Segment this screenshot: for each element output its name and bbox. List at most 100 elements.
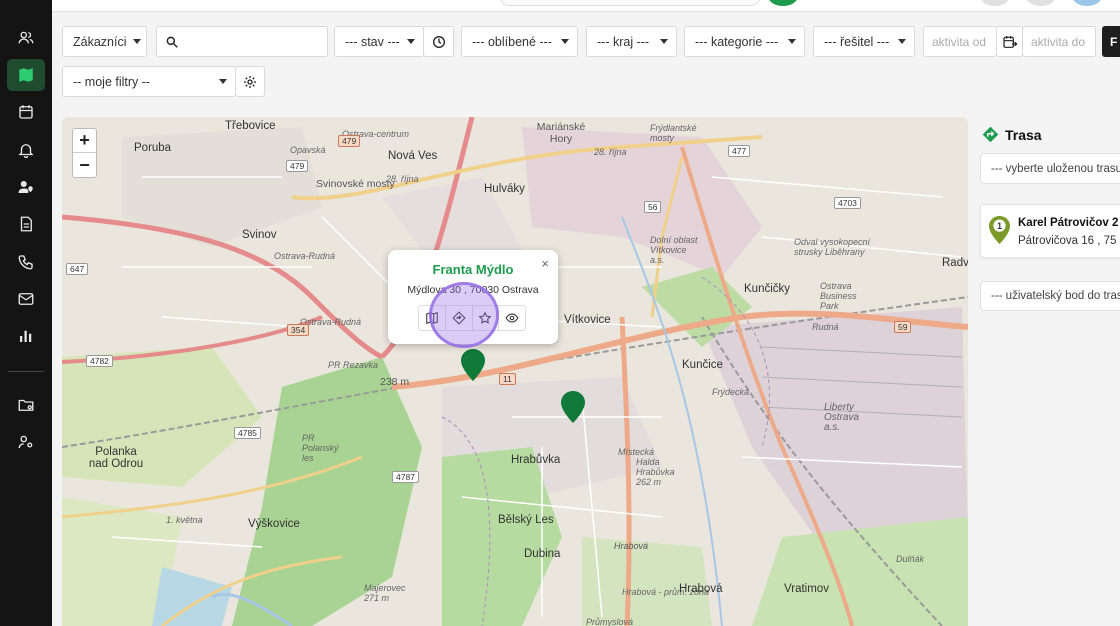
clock-button[interactable] bbox=[423, 26, 454, 57]
bell-icon bbox=[18, 144, 34, 159]
route-stop-number: 1 bbox=[997, 221, 1002, 231]
map-label: Hrabová bbox=[679, 583, 723, 595]
my-filters-select[interactable]: -- moje filtry -- bbox=[62, 66, 236, 97]
road-shield: 647 bbox=[66, 263, 89, 275]
oblibene-select-value: --- oblíbené --- bbox=[472, 34, 552, 49]
activity-from-input[interactable]: aktivita od bbox=[923, 26, 997, 57]
road-shield: 479 bbox=[286, 160, 309, 172]
search-input[interactable] bbox=[156, 26, 328, 57]
route-stop-name: Karel Pátrovičov 2 bbox=[1018, 217, 1119, 229]
map-label: Vratimov bbox=[784, 583, 829, 595]
sidebar-item-calls[interactable] bbox=[7, 246, 45, 278]
activity-to-input[interactable]: aktivita do bbox=[1022, 26, 1096, 57]
road-shield: 59 bbox=[894, 321, 912, 333]
map-label: Hrabová bbox=[614, 541, 649, 551]
entity-select-value: Zákazníci bbox=[73, 34, 127, 49]
street-label: Opavská bbox=[290, 145, 326, 155]
kraj-select-value: --- kraj --- bbox=[597, 34, 650, 49]
sidebar-item-map[interactable] bbox=[7, 59, 45, 91]
sidebar-item-user-settings[interactable] bbox=[7, 426, 45, 458]
street-label: Ostrava-Rudná bbox=[274, 251, 336, 261]
saved-route-select[interactable]: --- vyberte uloženou trasu --- bbox=[980, 153, 1120, 184]
user-location-icon bbox=[18, 181, 33, 193]
chevron-down-icon bbox=[132, 39, 141, 44]
entity-select[interactable]: Zákazníci bbox=[62, 26, 147, 57]
map-label: Halda Hrabůvka 262 m bbox=[636, 457, 675, 487]
street-label: Místecká bbox=[618, 447, 655, 457]
chevron-down-icon bbox=[660, 39, 668, 44]
avatar[interactable] bbox=[1072, 0, 1102, 6]
map-marker[interactable] bbox=[461, 349, 485, 381]
map-label: Ostrava Business Park bbox=[820, 281, 857, 311]
street-label: Rudná bbox=[812, 322, 839, 332]
eye-icon bbox=[505, 313, 519, 323]
sidebar-item-calendar[interactable] bbox=[7, 96, 45, 128]
route-title-text: Trasa bbox=[1005, 126, 1042, 143]
calendar-icon bbox=[19, 105, 33, 119]
sidebar-item-stats[interactable] bbox=[7, 320, 45, 352]
map-label: Nová Ves bbox=[388, 150, 438, 162]
street-label: Ostrava-Rudná bbox=[300, 317, 362, 327]
kraj-select[interactable]: --- kraj --- bbox=[586, 26, 677, 57]
map-label: Průmyslová bbox=[586, 617, 634, 626]
map-label: Majerovec 271 m bbox=[364, 583, 406, 603]
sidebar-item-contacts[interactable] bbox=[7, 171, 45, 203]
map-marker[interactable] bbox=[561, 391, 585, 423]
header-button[interactable] bbox=[1026, 0, 1056, 6]
zoom-in-button[interactable]: + bbox=[73, 129, 96, 153]
map-label: Radva bbox=[942, 257, 968, 269]
road-shield: 477 bbox=[728, 145, 751, 157]
filter-action-label: F bbox=[1110, 34, 1118, 49]
stav-select-value: --- stav --- bbox=[345, 34, 400, 49]
map-view[interactable]: + − Třebovice Poruba Nová Ves Svinovské … bbox=[62, 117, 968, 626]
map-label: Frýdlantské mosty bbox=[650, 123, 697, 143]
mail-icon bbox=[18, 293, 34, 305]
kategorie-select[interactable]: --- kategorie --- bbox=[684, 26, 805, 57]
road-shield: 11 bbox=[499, 373, 516, 385]
road-shield: 4782 bbox=[86, 355, 113, 367]
street-label: 1. května bbox=[166, 515, 203, 525]
kategorie-select-value: --- kategorie --- bbox=[695, 34, 779, 49]
my-filters-value: -- moje filtry -- bbox=[73, 74, 151, 89]
route-stop-pin-icon: 1 bbox=[989, 216, 1010, 244]
filter-action-button[interactable]: F bbox=[1102, 26, 1120, 57]
route-stop-address: Pátrovičova 16 , 75 bbox=[1018, 235, 1117, 247]
zoom-out-button[interactable]: − bbox=[73, 153, 96, 177]
map-label: Dulňák bbox=[896, 554, 925, 564]
header-button[interactable] bbox=[980, 0, 1010, 6]
street-label: 28. října bbox=[386, 174, 419, 184]
map-label: Vítkovice bbox=[564, 314, 611, 326]
document-icon bbox=[20, 216, 32, 232]
oblibene-select[interactable]: --- oblíbené --- bbox=[461, 26, 578, 57]
map-label: Hrabůvka bbox=[511, 454, 561, 466]
sidebar-item-mail[interactable] bbox=[7, 283, 45, 315]
date-range-button[interactable] bbox=[996, 26, 1023, 57]
bar-chart-icon bbox=[20, 330, 32, 342]
top-header bbox=[52, 0, 1120, 12]
global-search[interactable] bbox=[500, 0, 760, 6]
activity-to-placeholder: aktivita do bbox=[1031, 34, 1086, 49]
popup-customer-name[interactable]: Franta Mýdlo bbox=[388, 262, 558, 277]
map-label: Svinov bbox=[242, 229, 277, 241]
user-point-select[interactable]: --- uživatelský bod do trasy --- bbox=[980, 281, 1120, 311]
map-label: Kunčice bbox=[682, 359, 723, 371]
user-point-placeholder: --- uživatelský bod do trasy --- bbox=[991, 290, 1120, 302]
popup-detail-button[interactable] bbox=[499, 306, 525, 330]
map-label: Třebovice bbox=[225, 120, 276, 132]
filter-settings-button[interactable] bbox=[235, 66, 265, 97]
route-stop-card[interactable]: 1 Karel Pátrovičov 2 Pátrovičova 16 , 75 bbox=[980, 204, 1120, 258]
map-label: Dolní oblast Vítkovice a.s. bbox=[650, 235, 698, 265]
map-label: Polanka nad Odrou bbox=[88, 446, 144, 470]
stav-select[interactable]: --- stav --- bbox=[334, 26, 424, 57]
sidebar-item-documents[interactable] bbox=[7, 208, 45, 240]
sidebar-item-folders[interactable] bbox=[7, 389, 45, 421]
zoom-control: + − bbox=[72, 128, 97, 178]
street-label: 28. října bbox=[594, 147, 627, 157]
sidebar-item-customers[interactable] bbox=[7, 22, 45, 54]
route-panel-title: Trasa bbox=[982, 126, 1042, 143]
sidebar-item-notifications[interactable] bbox=[7, 134, 45, 166]
road-shield: 479 bbox=[338, 135, 361, 147]
user-settings-icon bbox=[18, 435, 33, 449]
resitel-select[interactable]: --- řešitel --- bbox=[813, 26, 915, 57]
saved-route-placeholder: --- vyberte uloženou trasu --- bbox=[991, 162, 1120, 175]
